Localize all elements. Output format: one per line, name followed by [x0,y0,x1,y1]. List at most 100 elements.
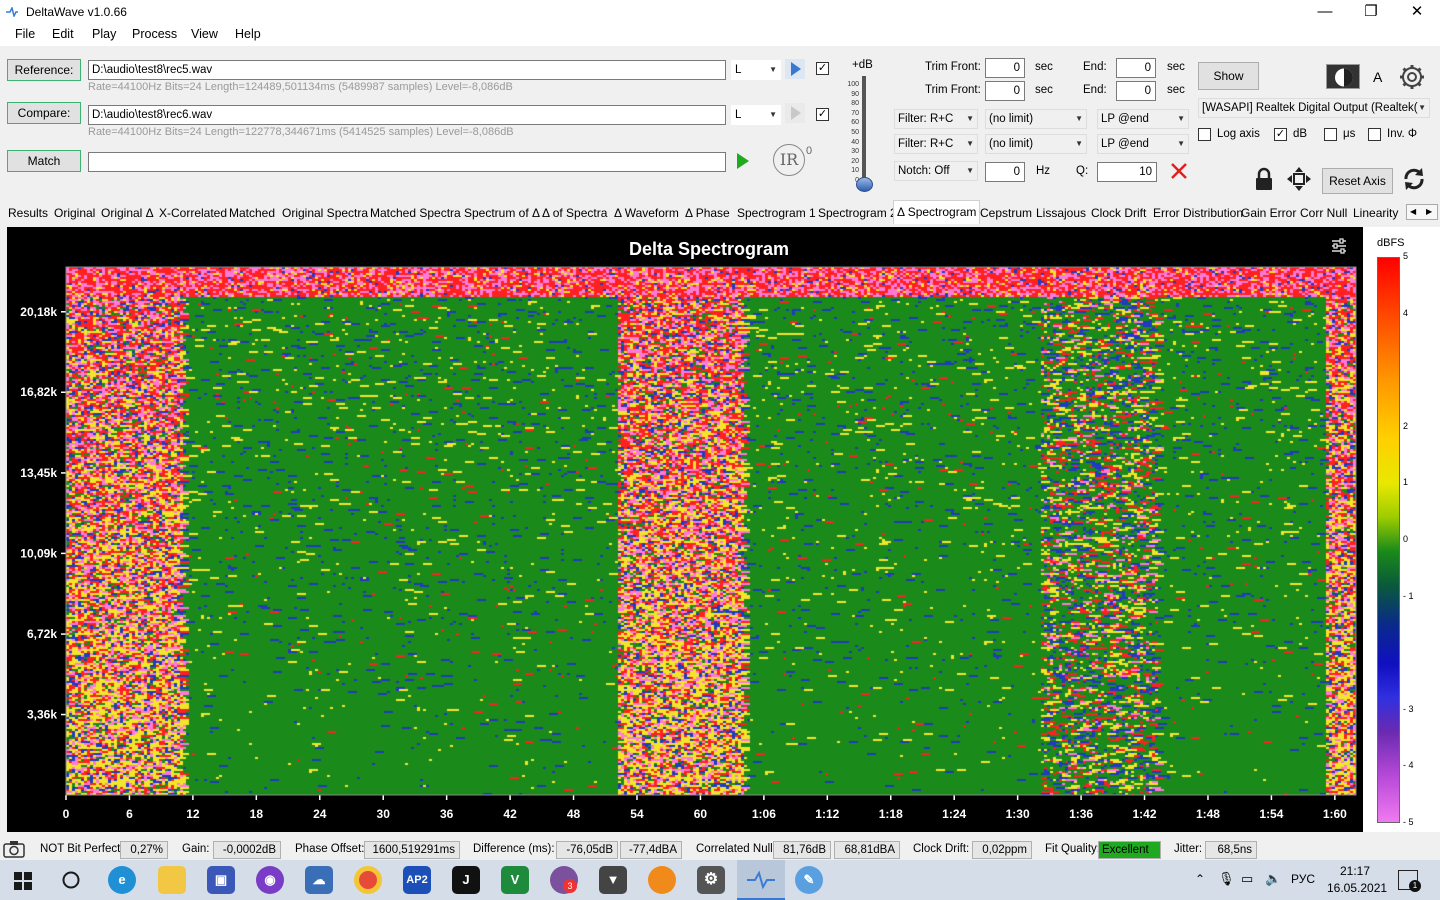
podcast-icon[interactable]: ◉ [256,866,284,894]
filter-cmp-limit-select[interactable]: (no limit) ▼ [985,134,1087,154]
compare-checkbox[interactable]: ✓ [816,108,829,121]
trim-front-ref-input[interactable]: 0 [985,58,1025,78]
menu-view[interactable]: View [191,27,218,41]
filter-ref-limit-select[interactable]: (no limit) ▼ [985,109,1087,129]
lock-icon[interactable] [1254,167,1274,191]
settings-icon[interactable]: ⚙ [697,866,725,894]
chrome-icon[interactable] [354,866,382,894]
tab-original-delta[interactable]: Original Δ [98,202,157,224]
notch-select[interactable]: Notch: Off ▼ [894,161,978,181]
tab-results[interactable]: Results [5,202,51,224]
menu-play[interactable]: Play [92,27,116,41]
trim-end-ref-input[interactable]: 0 [1116,58,1156,78]
log-axis-checkbox[interactable] [1198,128,1211,141]
chevron-left-icon[interactable]: ◀ [1410,205,1416,219]
trim-end-cmp-input[interactable]: 0 [1116,81,1156,101]
ap2-icon[interactable]: AP2 [403,866,431,894]
tab-spectrum-of-delta[interactable]: Spectrum of Δ [461,202,543,224]
clock-time[interactable]: 21:17 [1340,864,1370,878]
tab-delta-of-spectra[interactable]: Δ of Spectra [539,202,610,224]
filter-ref-lp-select[interactable]: LP @end ▼ [1097,109,1189,129]
close-button[interactable]: ✕ [1394,0,1440,24]
notch-hz-input[interactable]: 0 [985,162,1025,182]
play-compare-button[interactable] [785,103,805,123]
start-icon[interactable] [14,872,32,890]
tab-x-correlated[interactable]: X-Correlated [156,202,230,224]
match-play-button[interactable] [732,151,752,171]
maximize-button[interactable]: ❐ [1348,0,1394,24]
menu-help[interactable]: Help [235,27,261,41]
tab-linearity[interactable]: Linearity [1350,202,1401,224]
deltawave-taskbar-button[interactable] [737,860,785,900]
filter-cmp-lp-select[interactable]: LP @end ▼ [1097,134,1189,154]
edge-icon[interactable]: e [108,866,136,894]
tab-error-distribution[interactable]: Error Distribution [1150,202,1246,224]
menu-file[interactable]: File [15,27,35,41]
volume-slider-thumb[interactable] [856,177,873,192]
gear-icon[interactable] [1398,63,1426,91]
refresh-icon[interactable] [1401,166,1427,192]
tab-delta-waveform[interactable]: Δ Waveform [611,202,682,224]
tab-delta-phase[interactable]: Δ Phase [682,202,733,224]
reference-checkbox[interactable]: ✓ [816,62,829,75]
tab-delta-spectrogram[interactable]: Δ Spectrogram [893,200,981,224]
move-icon[interactable] [1286,166,1312,192]
camera-icon[interactable] [3,840,25,858]
output-device-select[interactable]: [WASAPI] Realtek Digital Output (Realtek… [1198,98,1430,118]
q-input[interactable]: 10 [1097,162,1157,182]
tab-gain-error[interactable]: Gain Error [1238,202,1299,224]
search-circle-icon[interactable] [61,870,81,890]
tab-spectrogram-1[interactable]: Spectrogram 1 [734,202,819,224]
tab-lissajous[interactable]: Lissajous [1033,202,1089,224]
tray-chevron-up-icon[interactable]: ⌃ [1195,872,1205,886]
network-icon[interactable]: ▭ [1241,871,1253,887]
language-indicator[interactable]: РУС [1291,872,1315,886]
cloud-icon[interactable]: ☁ [305,866,333,894]
clear-filter-icon[interactable] [1169,161,1189,181]
paint-icon[interactable]: ✎ [795,866,823,894]
invert-phase-checkbox[interactable] [1368,128,1381,141]
tab-original[interactable]: Original [51,202,98,224]
filter-ref-select[interactable]: Filter: R+C ▼ [894,109,978,129]
save-icon[interactable]: ▣ [207,866,235,894]
trim-front-cmp-input[interactable]: 0 [985,81,1025,101]
tab-cepstrum[interactable]: Cepstrum [977,202,1035,224]
show-button[interactable]: Show [1198,62,1259,90]
explorer-icon[interactable] [158,866,186,894]
vlc-icon[interactable] [648,866,676,894]
theme-toggle-button[interactable] [1326,64,1360,89]
us-checkbox[interactable] [1324,128,1337,141]
minimize-button[interactable]: — [1302,0,1348,24]
menu-process[interactable]: Process [132,27,177,41]
reference-channel-select[interactable]: L ▼ [731,60,781,80]
compare-path-field[interactable]: D:\audio\test8\rec6.wav [88,105,726,125]
tab-matched-spectra[interactable]: Matched Spectra [367,202,464,224]
tab-matched[interactable]: Matched [226,202,278,224]
clock-date[interactable]: 16.05.2021 [1327,881,1387,895]
tab-corr-null[interactable]: Corr Null [1297,202,1350,224]
speaker-icon[interactable]: 🔈 [1265,871,1281,887]
reference-path-field[interactable]: D:\audio\test8\rec5.wav [88,60,726,80]
tab-original-spectra[interactable]: Original Spectra [279,202,371,224]
play-reference-button[interactable] [785,59,805,79]
volume-slider-track[interactable] [862,76,866,184]
fox-icon[interactable]: ▼ [599,866,627,894]
tab-spectrogram-2[interactable]: Spectrogram 2 [815,202,900,224]
spectrogram-plot[interactable]: Delta Spectrogram 0 6 12 18 24 30 36 42 48 54 60 1:… [7,227,1363,832]
compare-button[interactable]: Compare: [7,102,81,124]
impulse-response-button[interactable]: IR [773,144,805,176]
menu-edit[interactable]: Edit [52,27,74,41]
a-weighting-toggle[interactable]: A [1373,69,1382,85]
vivaldi-icon[interactable]: V [501,866,529,894]
microphone-icon[interactable]: 🎙 [1218,871,1235,887]
reference-button[interactable]: Reference: [7,59,81,81]
match-button[interactable]: Match [7,150,81,172]
filter-cmp-select[interactable]: Filter: R+C ▼ [894,134,978,154]
reset-axis-button[interactable]: Reset Axis [1322,168,1393,194]
jetbrains-icon[interactable]: J [452,866,480,894]
compare-channel-select[interactable]: L ▼ [731,105,781,125]
db-checkbox[interactable]: ✓ [1274,128,1287,141]
tab-scroll-buttons[interactable]: ◀ ▶ [1406,204,1438,220]
tab-clock-drift[interactable]: Clock Drift [1088,202,1149,224]
chevron-right-icon[interactable]: ▶ [1426,205,1432,219]
